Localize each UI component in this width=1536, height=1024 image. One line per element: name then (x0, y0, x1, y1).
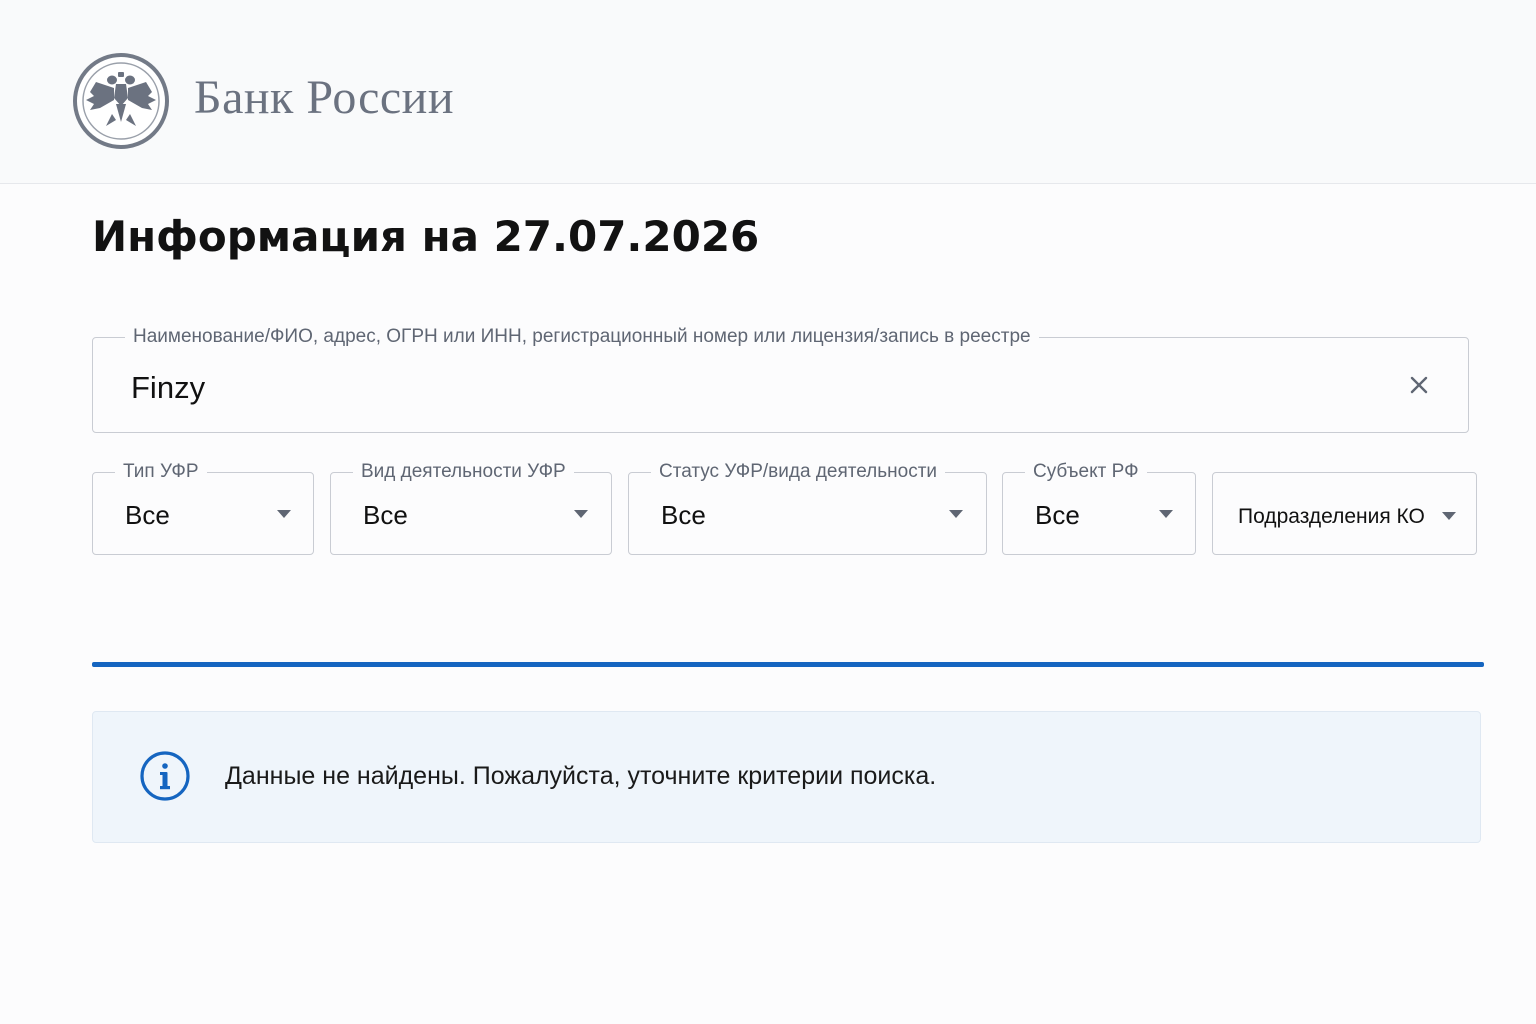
filter-value: Все (125, 500, 170, 530)
filter-activity-type[interactable]: Вид деятельности УФР Все (330, 460, 612, 555)
bank-emblem-icon[interactable] (72, 52, 170, 150)
chevron-down-icon[interactable] (1159, 510, 1173, 518)
filter-value: Подразделения КО (1238, 505, 1425, 528)
filter-value: Все (363, 500, 408, 530)
info-icon (139, 750, 191, 802)
site-header: Банк России (0, 0, 1536, 184)
filter-ko-divisions[interactable]: Подразделения КО (1212, 472, 1477, 555)
filter-label: Вид деятельности УФР (353, 460, 574, 484)
clear-icon[interactable] (1404, 370, 1434, 400)
page-title: Информация на 27.07.2026 (92, 212, 760, 261)
search-input[interactable]: Finzy (131, 370, 205, 406)
filter-label: Тип УФР (115, 460, 207, 484)
search-field[interactable]: Наименование/ФИО, адрес, ОГРН или ИНН, р… (92, 325, 1469, 433)
filter-value: Все (661, 500, 706, 530)
filter-label: Субъект РФ (1025, 460, 1147, 484)
filter-value: Все (1035, 500, 1080, 530)
filter-region[interactable]: Субъект РФ Все (1002, 460, 1196, 555)
chevron-down-icon[interactable] (1442, 512, 1456, 520)
results-divider (92, 662, 1484, 667)
bank-name[interactable]: Банк России (194, 70, 454, 125)
chevron-down-icon[interactable] (277, 510, 291, 518)
search-label: Наименование/ФИО, адрес, ОГРН или ИНН, р… (125, 325, 1039, 349)
notice-text: Данные не найдены. Пожалуйста, уточните … (225, 762, 937, 790)
filter-ufr-type[interactable]: Тип УФР Все (92, 460, 314, 555)
chevron-down-icon[interactable] (574, 510, 588, 518)
no-results-notice: Данные не найдены. Пожалуйста, уточните … (92, 711, 1481, 843)
filter-status[interactable]: Статус УФР/вида деятельности Все (628, 460, 987, 555)
chevron-down-icon[interactable] (949, 510, 963, 518)
filter-label: Статус УФР/вида деятельности (651, 460, 946, 484)
